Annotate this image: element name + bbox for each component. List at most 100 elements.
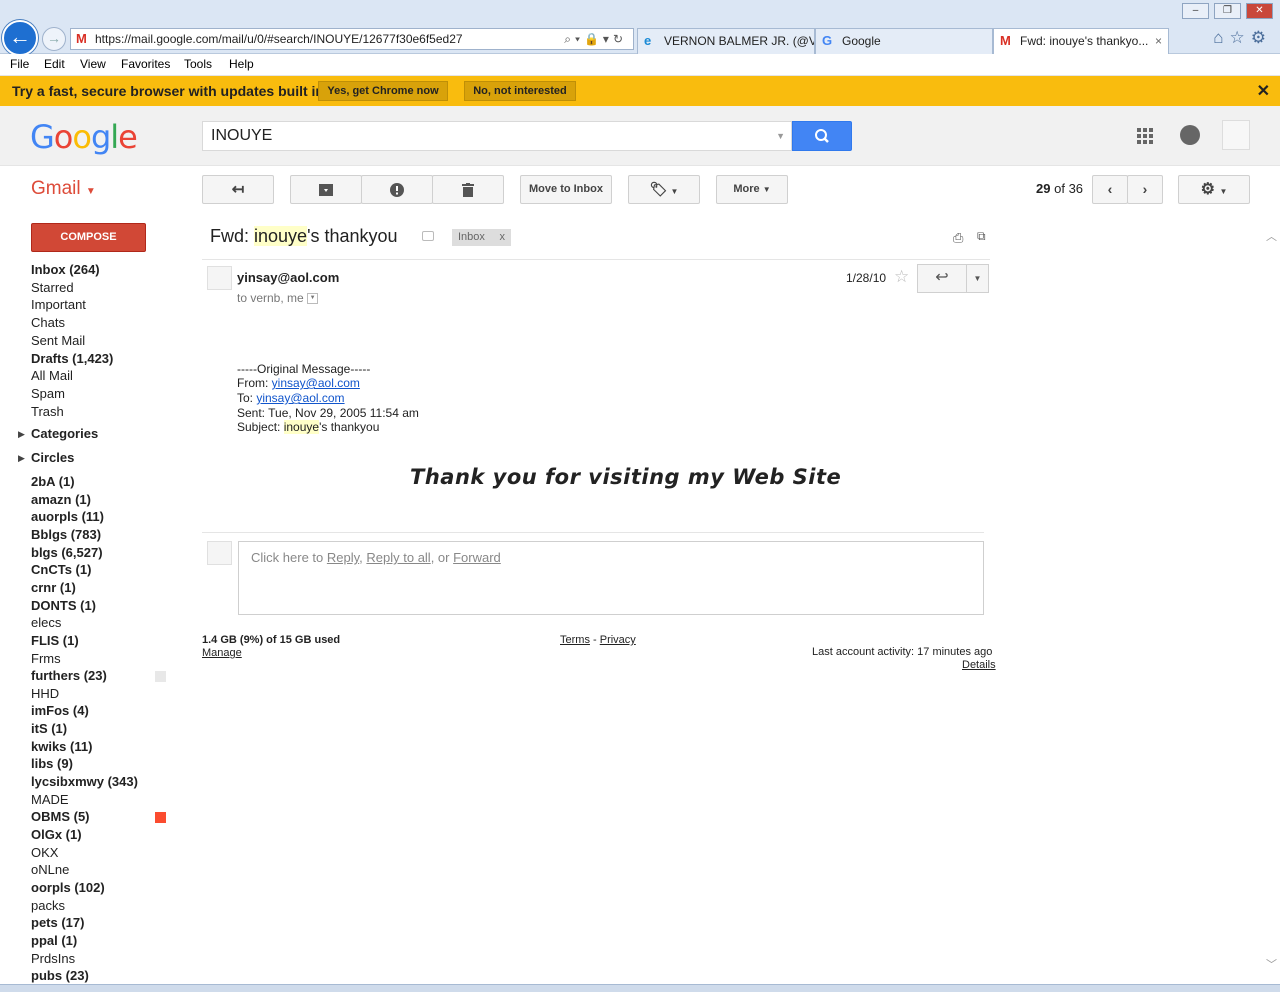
sidebar-item-1[interactable]: Starred [31,280,74,295]
avatar[interactable] [1222,120,1250,150]
sidebar-label-22[interactable]: oNLne [31,862,69,877]
settings-button[interactable]: ⚙ ▼ [1178,175,1250,204]
more-button[interactable]: More ▼ [716,175,788,204]
home-icon[interactable]: ⌂ [1213,28,1229,47]
sidebar-label-16[interactable]: libs (9) [31,756,73,771]
apps-grid-icon[interactable] [1137,128,1153,144]
label-color-chip[interactable] [155,671,166,683]
star-icon[interactable]: ☆ [894,267,909,287]
back-button[interactable]: ← [2,20,38,56]
sidebar-label-5[interactable]: CnCTs (1) [31,562,91,577]
sidebar-label-15[interactable]: kwiks (11) [31,739,92,754]
sidebar-section-1[interactable]: Circles [31,450,74,465]
gmail-menu[interactable]: Gmail ▼ [31,178,96,200]
manage-link[interactable]: Manage [202,647,242,659]
move-to-inbox-button[interactable]: Move to Inbox [520,175,612,204]
scroll-down-icon[interactable]: ﹀ [1266,956,1277,972]
older-button[interactable]: › [1127,175,1163,204]
delete-button[interactable] [432,175,504,204]
sidebar-label-2[interactable]: auorpls (11) [31,509,104,524]
restore-button[interactable]: ❐ [1214,3,1241,19]
sidebar-label-26[interactable]: ppal (1) [31,933,77,948]
not-interested-button[interactable]: No, not interested [464,81,576,101]
reply-all-link[interactable]: Reply to all [366,550,430,565]
print-icon[interactable]: ⎙ [953,230,963,246]
tab-gmail[interactable]: M Fwd: inouye's thankyo... × [993,28,1169,54]
menu-tools[interactable]: Tools [184,57,212,71]
compose-button[interactable]: COMPOSE [31,223,146,252]
sidebar-label-4[interactable]: blgs (6,527) [31,545,103,560]
browser-toolbar-icons[interactable]: ⌂☆⚙ [1213,28,1272,48]
reply-button[interactable]: ↩ [917,264,967,293]
menu-file[interactable]: File [10,57,29,71]
sender-name[interactable]: yinsay@aol.com [237,270,339,285]
menu-help[interactable]: Help [229,57,254,71]
google-logo[interactable]: Google [30,118,138,156]
sidebar-label-3[interactable]: Bblgs (783) [31,527,101,542]
sidebar-label-18[interactable]: MADE [31,792,69,807]
sidebar-item-5[interactable]: Drafts (1,423) [31,351,113,366]
tab-vernon[interactable]: e VERNON BALMER JR. (@V... [637,28,815,54]
menu-view[interactable]: View [80,57,106,71]
promo-close-icon[interactable]: ✕ [1257,81,1270,101]
tab-close-icon[interactable]: × [1155,29,1162,53]
terms-link[interactable]: Terms [560,634,590,646]
expand-arrow-icon[interactable]: ▶ [18,453,25,464]
newer-button[interactable]: ‹ [1092,175,1128,204]
quick-reply-box[interactable]: Click here to Reply, Reply to all, or Fo… [238,541,984,615]
scrollbar[interactable]: ︿ ﹀ [1263,214,1280,978]
get-chrome-button[interactable]: Yes, get Chrome now [318,81,448,101]
search-button[interactable] [792,121,852,151]
new-window-icon[interactable]: ⧉ [977,229,986,244]
expand-arrow-icon[interactable]: ▶ [18,429,25,440]
report-spam-button[interactable] [361,175,433,204]
labels-button[interactable]: 🏷 ▼ [628,175,700,204]
sidebar-label-14[interactable]: itS (1) [31,721,67,736]
menu-favorites[interactable]: Favorites [121,57,170,71]
sidebar-item-4[interactable]: Sent Mail [31,333,85,348]
sidebar-label-17[interactable]: lycsibxmwy (343) [31,774,138,789]
sidebar-label-11[interactable]: furthers (23) [31,668,107,683]
sidebar-label-8[interactable]: elecs [31,615,61,630]
sidebar-item-7[interactable]: Spam [31,386,65,401]
sidebar-label-25[interactable]: pets (17) [31,915,84,930]
sidebar-item-0[interactable]: Inbox (264) [31,262,100,277]
sidebar-label-21[interactable]: OKX [31,845,58,860]
minimize-button[interactable]: – [1182,3,1209,19]
address-bar[interactable]: M https://mail.google.com/mail/u/0/#sear… [70,28,634,50]
privacy-link[interactable]: Privacy [600,634,636,646]
sidebar-item-8[interactable]: Trash [31,404,64,419]
details-dropdown-icon[interactable]: ▼ [307,293,319,305]
from-email-link[interactable]: yinsay@aol.com [272,376,360,390]
sidebar-label-27[interactable]: PrdsIns [31,951,75,966]
sidebar-item-2[interactable]: Important [31,297,86,312]
more-actions-button[interactable]: ▼ [966,264,989,293]
sidebar-label-10[interactable]: Frms [31,651,61,666]
sidebar-label-23[interactable]: oorpls (102) [31,880,105,895]
reply-link[interactable]: Reply [327,550,359,565]
tab-google[interactable]: G Google [815,28,993,54]
settings-gear-icon[interactable]: ⚙ [1251,28,1272,47]
sidebar-label-7[interactable]: DONTS (1) [31,598,96,613]
close-window-button[interactable]: ✕ [1246,3,1273,19]
sidebar-label-0[interactable]: 2bA (1) [31,474,75,489]
sidebar-label-24[interactable]: packs [31,898,65,913]
remove-label-icon[interactable]: x [500,229,506,246]
sidebar-label-9[interactable]: FLIS (1) [31,633,79,648]
sidebar-item-6[interactable]: All Mail [31,368,73,383]
sidebar-label-28[interactable]: pubs (23) [31,968,89,983]
search-input[interactable]: INOUYE ▼ [202,121,792,151]
forward-button[interactable]: → [42,27,66,51]
sidebar-label-1[interactable]: amazn (1) [31,492,91,507]
back-to-search-button[interactable]: ↤ [202,175,274,204]
importance-marker-icon[interactable] [422,231,434,241]
search-options-icon[interactable]: ▼ [776,122,785,150]
address-tools-icons[interactable]: ⌕▾🔒▾↻ [564,29,627,49]
sidebar-label-20[interactable]: OlGx (1) [31,827,82,842]
sidebar-label-6[interactable]: crnr (1) [31,580,76,595]
to-email-link[interactable]: yinsay@aol.com [256,391,344,405]
favorites-star-icon[interactable]: ☆ [1230,28,1251,47]
sidebar-label-19[interactable]: OBMS (5) [31,809,90,824]
scroll-up-icon[interactable]: ︿ [1266,228,1277,244]
sidebar-item-3[interactable]: Chats [31,315,65,330]
